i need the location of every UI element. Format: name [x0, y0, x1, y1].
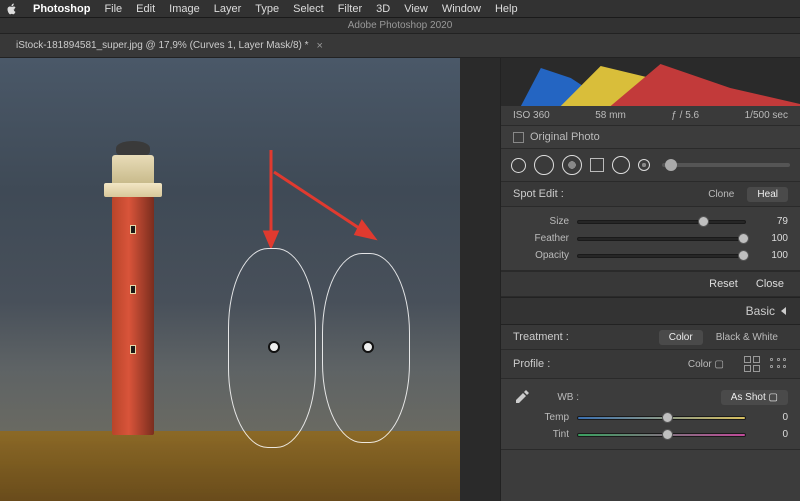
spot-buttons: Reset Close: [501, 271, 800, 297]
menu-view[interactable]: View: [397, 3, 435, 15]
canvas[interactable]: [0, 58, 460, 501]
slider-size[interactable]: Size 79: [513, 213, 788, 230]
lighthouse: [98, 135, 168, 435]
tool-radial-icon[interactable]: [562, 155, 582, 175]
slider-feather[interactable]: Feather 100: [513, 230, 788, 247]
tool-amount-slider[interactable]: [662, 163, 790, 167]
slider-tint-label: Tint: [513, 429, 569, 440]
menu-type[interactable]: Type: [248, 3, 286, 15]
document-tab-label: iStock-181894581_super.jpg @ 17,9% (Curv…: [16, 40, 309, 51]
slider-tint-value: 0: [754, 429, 788, 440]
spot-mode-clone[interactable]: Clone: [698, 187, 744, 202]
slider-temp-label: Temp: [513, 412, 569, 423]
exif-focal: 58 mm: [595, 110, 626, 121]
reset-button[interactable]: Reset: [709, 278, 738, 290]
spot-pin-dest[interactable]: [362, 341, 374, 353]
wb-preset[interactable]: As Shot ▢: [721, 390, 788, 405]
menu-filter[interactable]: Filter: [331, 3, 369, 15]
spot-sliders: Size 79 Feather 100 Opacity 100: [501, 207, 800, 271]
menu-3d[interactable]: 3D: [369, 3, 397, 15]
slider-feather-label: Feather: [513, 233, 569, 244]
tool-strip: [501, 148, 800, 182]
original-photo-label: Original Photo: [530, 131, 600, 143]
spot-edit-header: Spot Edit : Clone Heal: [501, 182, 800, 207]
develop-panel: ISO 360 58 mm ƒ / 5.6 1/500 sec Original…: [500, 58, 800, 501]
tool-grad-icon[interactable]: [590, 158, 604, 172]
collapse-icon: [781, 307, 786, 315]
panel-gap: [460, 58, 500, 501]
menu-photoshop[interactable]: Photoshop: [26, 3, 97, 15]
original-photo-toggle[interactable]: Original Photo: [501, 126, 800, 148]
slider-feather-value: 100: [754, 233, 788, 244]
basic-title: Basic: [746, 304, 775, 318]
photo-content: [0, 58, 460, 501]
exif-iso: ISO 360: [513, 110, 550, 121]
document-tab[interactable]: iStock-181894581_super.jpg @ 17,9% (Curv…: [8, 36, 331, 56]
exif-row: ISO 360 58 mm ƒ / 5.6 1/500 sec: [501, 106, 800, 126]
tool-spot-icon[interactable]: [534, 155, 554, 175]
profile-value[interactable]: Color ▢: [678, 357, 734, 372]
profile-row: Profile : Color ▢: [501, 350, 800, 379]
tool-crop-icon[interactable]: [511, 158, 526, 173]
menu-edit[interactable]: Edit: [129, 3, 162, 15]
annotation-arrow-diag: [270, 168, 380, 248]
eyedropper-icon[interactable]: [513, 388, 531, 406]
slider-opacity-label: Opacity: [513, 250, 569, 261]
tool-target-icon[interactable]: [638, 159, 650, 171]
tool-brush-icon[interactable]: [612, 156, 630, 174]
exif-aperture: ƒ / 5.6: [671, 110, 699, 121]
histogram[interactable]: [501, 58, 800, 106]
window-title: Adobe Photoshop 2020: [0, 18, 800, 34]
slider-opacity[interactable]: Opacity 100: [513, 247, 788, 264]
spot-mode-heal[interactable]: Heal: [747, 187, 788, 202]
menu-window[interactable]: Window: [435, 3, 488, 15]
slider-size-value: 79: [754, 216, 788, 227]
treatment-bw[interactable]: Black & White: [706, 330, 788, 345]
menu-image[interactable]: Image: [162, 3, 207, 15]
profile-list-icon[interactable]: [770, 358, 788, 370]
menu-layer[interactable]: Layer: [207, 3, 249, 15]
slider-tint[interactable]: Tint 0: [513, 426, 788, 443]
treatment-color[interactable]: Color: [659, 330, 703, 345]
spot-edit-title: Spot Edit :: [513, 188, 564, 200]
wb-section: WB : As Shot ▢ Temp 0 Tint 0: [501, 379, 800, 450]
slider-opacity-value: 100: [754, 250, 788, 261]
menu-file[interactable]: File: [97, 3, 129, 15]
close-button[interactable]: Close: [756, 278, 784, 290]
profile-label: Profile :: [513, 358, 550, 370]
menu-help[interactable]: Help: [488, 3, 525, 15]
menubar: Photoshop File Edit Image Layer Type Sel…: [0, 0, 800, 18]
treatment-row: Treatment : Color Black & White: [501, 325, 800, 350]
exif-shutter: 1/500 sec: [745, 110, 788, 121]
profile-grid-icon[interactable]: [744, 356, 760, 372]
wb-label: WB :: [539, 392, 579, 403]
slider-temp-value: 0: [754, 412, 788, 423]
checkbox-icon[interactable]: [513, 132, 524, 143]
basic-header[interactable]: Basic: [501, 297, 800, 325]
menu-select[interactable]: Select: [286, 3, 331, 15]
close-icon[interactable]: ×: [317, 40, 323, 52]
slider-temp[interactable]: Temp 0: [513, 409, 788, 426]
treatment-label: Treatment :: [513, 331, 569, 343]
spot-pin-source[interactable]: [268, 341, 280, 353]
document-tabbar: iStock-181894581_super.jpg @ 17,9% (Curv…: [0, 34, 800, 58]
slider-size-label: Size: [513, 216, 569, 227]
apple-logo-icon: [6, 3, 18, 15]
